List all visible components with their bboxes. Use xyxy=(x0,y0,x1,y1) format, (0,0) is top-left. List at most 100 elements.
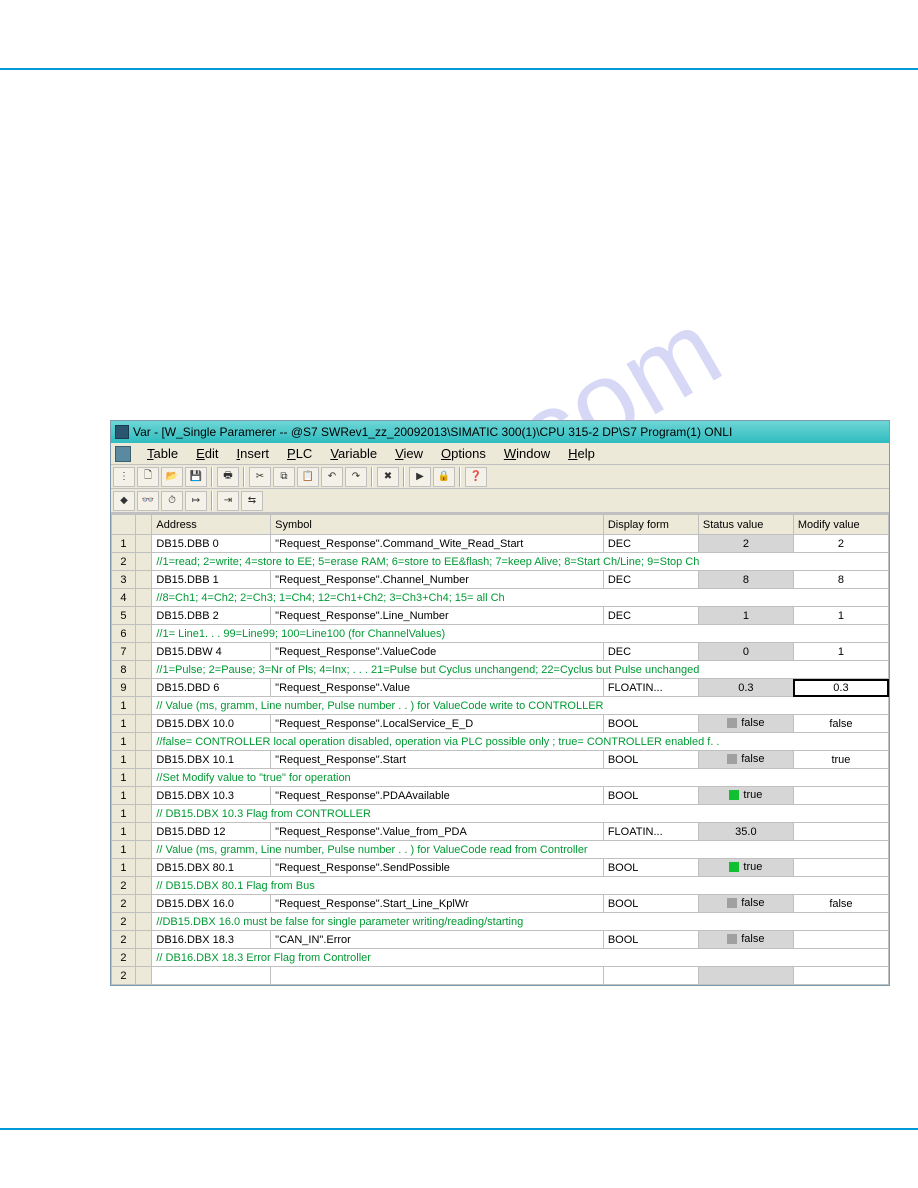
row-mark[interactable] xyxy=(135,553,152,571)
modify-value-cell[interactable] xyxy=(793,931,888,949)
address-cell[interactable] xyxy=(152,967,271,985)
toolbar-lock-button[interactable]: 🔒 xyxy=(433,467,455,487)
comment-cell[interactable]: // DB16.DBX 18.3 Error Flag from Control… xyxy=(152,949,889,967)
row-mark[interactable] xyxy=(135,877,152,895)
row-mark[interactable] xyxy=(135,913,152,931)
row-mark[interactable] xyxy=(135,535,152,553)
col-address[interactable]: Address xyxy=(152,515,271,535)
comment-cell[interactable]: //8=Ch1; 4=Ch2; 2=Ch3; 1=Ch4; 12=Ch1+Ch2… xyxy=(152,589,889,607)
menu-view[interactable]: View xyxy=(387,443,431,464)
symbol-cell[interactable]: "Request_Response".ValueCode xyxy=(271,643,604,661)
address-cell[interactable]: DB15.DBX 80.1 xyxy=(152,859,271,877)
comment-cell[interactable]: // Value (ms, gramm, Line number, Pulse … xyxy=(152,841,889,859)
table-row[interactable]: 8//1=Pulse; 2=Pause; 3=Nr of Pls; 4=Inx;… xyxy=(112,661,889,679)
address-cell[interactable]: DB15.DBB 0 xyxy=(152,535,271,553)
row-mark[interactable] xyxy=(135,823,152,841)
table-row[interactable]: 1DB15.DBX 10.3"Request_Response".PDAAvai… xyxy=(112,787,889,805)
menu-plc[interactable]: PLC xyxy=(279,443,320,464)
row-mark[interactable] xyxy=(135,787,152,805)
modify-value-cell[interactable] xyxy=(793,823,888,841)
comment-cell[interactable]: // Value (ms, gramm, Line number, Pulse … xyxy=(152,697,889,715)
table-row[interactable]: 2DB15.DBX 16.0"Request_Response".Start_L… xyxy=(112,895,889,913)
toolbar-undo-button[interactable]: ↶ xyxy=(321,467,343,487)
row-mark[interactable] xyxy=(135,859,152,877)
modify-value-cell[interactable]: 8 xyxy=(793,571,888,589)
symbol-cell[interactable]: "Request_Response".Line_Number xyxy=(271,607,604,625)
address-cell[interactable]: DB15.DBX 10.1 xyxy=(152,751,271,769)
table-row[interactable]: 1DB15.DBX 10.0"Request_Response".LocalSe… xyxy=(112,715,889,733)
toolbar-save-button[interactable]: 💾 xyxy=(185,467,207,487)
display-form-cell[interactable]: DEC xyxy=(603,571,698,589)
toolbar-modify-button[interactable]: ⇥ xyxy=(217,491,239,511)
col-symbol[interactable]: Symbol xyxy=(271,515,604,535)
comment-cell[interactable]: //1= Line1. . . 99=Line99; 100=Line100 (… xyxy=(152,625,889,643)
modify-value-cell[interactable]: false xyxy=(793,715,888,733)
table-row[interactable]: 2// DB16.DBX 18.3 Error Flag from Contro… xyxy=(112,949,889,967)
toolbar-delete-button[interactable]: ✖ xyxy=(377,467,399,487)
table-row[interactable]: 5DB15.DBB 2"Request_Response".Line_Numbe… xyxy=(112,607,889,625)
comment-cell[interactable]: //Set Modify value to "true" for operati… xyxy=(152,769,889,787)
row-mark[interactable] xyxy=(135,625,152,643)
modify-value-cell[interactable]: 0.3 xyxy=(793,679,888,697)
menu-help[interactable]: Help xyxy=(560,443,603,464)
menu-window[interactable]: Window xyxy=(496,443,558,464)
toolbar-redo-button[interactable]: ↷ xyxy=(345,467,367,487)
table-row[interactable]: 4//8=Ch1; 4=Ch2; 2=Ch3; 1=Ch4; 12=Ch1+Ch… xyxy=(112,589,889,607)
display-form-cell[interactable]: FLOATIN... xyxy=(603,823,698,841)
table-row[interactable]: 1// Value (ms, gramm, Line number, Pulse… xyxy=(112,697,889,715)
modify-value-cell[interactable] xyxy=(793,787,888,805)
address-cell[interactable]: DB16.DBX 18.3 xyxy=(152,931,271,949)
address-cell[interactable]: DB15.DBX 10.0 xyxy=(152,715,271,733)
table-row[interactable]: 1//Set Modify value to "true" for operat… xyxy=(112,769,889,787)
row-mark[interactable] xyxy=(135,931,152,949)
table-row[interactable]: 2//DB15.DBX 16.0 must be false for singl… xyxy=(112,913,889,931)
table-row[interactable]: 1DB15.DBB 0"Request_Response".Command_Wi… xyxy=(112,535,889,553)
toolbar-transfer-button[interactable]: ⇆ xyxy=(241,491,263,511)
symbol-cell[interactable]: "Request_Response".PDAAvailable xyxy=(271,787,604,805)
toolbar-glasses-button[interactable]: 👓 xyxy=(137,491,159,511)
display-form-cell[interactable]: FLOATIN... xyxy=(603,679,698,697)
col-modify-value[interactable]: Modify value xyxy=(793,515,888,535)
toolbar-monitor-button[interactable]: ⏱ xyxy=(161,491,183,511)
table-row[interactable]: 2//1=read; 2=write; 4=store to EE; 5=era… xyxy=(112,553,889,571)
col-display-form[interactable]: Display form xyxy=(603,515,698,535)
symbol-cell[interactable]: "Request_Response".Value xyxy=(271,679,604,697)
modify-value-cell[interactable]: 2 xyxy=(793,535,888,553)
row-mark[interactable] xyxy=(135,841,152,859)
toolbar-copy-button[interactable]: ⧉ xyxy=(273,467,295,487)
menu-variable[interactable]: Variable xyxy=(322,443,385,464)
toolbar-online-button[interactable]: ◆ xyxy=(113,491,135,511)
address-cell[interactable]: DB15.DBW 4 xyxy=(152,643,271,661)
comment-cell[interactable]: // DB15.DBX 10.3 Flag from CONTROLLER xyxy=(152,805,889,823)
modify-value-cell[interactable]: false xyxy=(793,895,888,913)
modify-value-cell[interactable]: 1 xyxy=(793,607,888,625)
display-form-cell[interactable]: BOOL xyxy=(603,715,698,733)
row-mark[interactable] xyxy=(135,751,152,769)
address-cell[interactable]: DB15.DBD 6 xyxy=(152,679,271,697)
toolbar-step-button[interactable]: ↦ xyxy=(185,491,207,511)
row-mark[interactable] xyxy=(135,697,152,715)
comment-cell[interactable]: //false= CONTROLLER local operation disa… xyxy=(152,733,889,751)
menu-options[interactable]: Options xyxy=(433,443,494,464)
toolbar-new-button[interactable]: 🗋 xyxy=(137,467,159,487)
address-cell[interactable]: DB15.DBX 16.0 xyxy=(152,895,271,913)
display-form-cell[interactable]: BOOL xyxy=(603,787,698,805)
table-row[interactable]: 9DB15.DBD 6"Request_Response".ValueFLOAT… xyxy=(112,679,889,697)
toolbar-go-button[interactable]: ▶ xyxy=(409,467,431,487)
symbol-cell[interactable]: "Request_Response".Value_from_PDA xyxy=(271,823,604,841)
display-form-cell[interactable]: BOOL xyxy=(603,859,698,877)
titlebar[interactable]: Var - [W_Single Paramerer -- @S7 SWRev1_… xyxy=(111,421,889,443)
row-mark[interactable] xyxy=(135,769,152,787)
symbol-cell[interactable]: "Request_Response".Start xyxy=(271,751,604,769)
row-mark[interactable] xyxy=(135,715,152,733)
address-cell[interactable]: DB15.DBB 1 xyxy=(152,571,271,589)
modify-value-cell[interactable]: true xyxy=(793,751,888,769)
menu-insert[interactable]: Insert xyxy=(228,443,277,464)
row-mark[interactable] xyxy=(135,607,152,625)
symbol-cell[interactable]: "Request_Response".Command_Wite_Read_Sta… xyxy=(271,535,604,553)
row-mark[interactable] xyxy=(135,571,152,589)
display-form-cell[interactable] xyxy=(603,967,698,985)
display-form-cell[interactable]: BOOL xyxy=(603,931,698,949)
display-form-cell[interactable]: DEC xyxy=(603,535,698,553)
modify-value-cell[interactable]: 1 xyxy=(793,643,888,661)
